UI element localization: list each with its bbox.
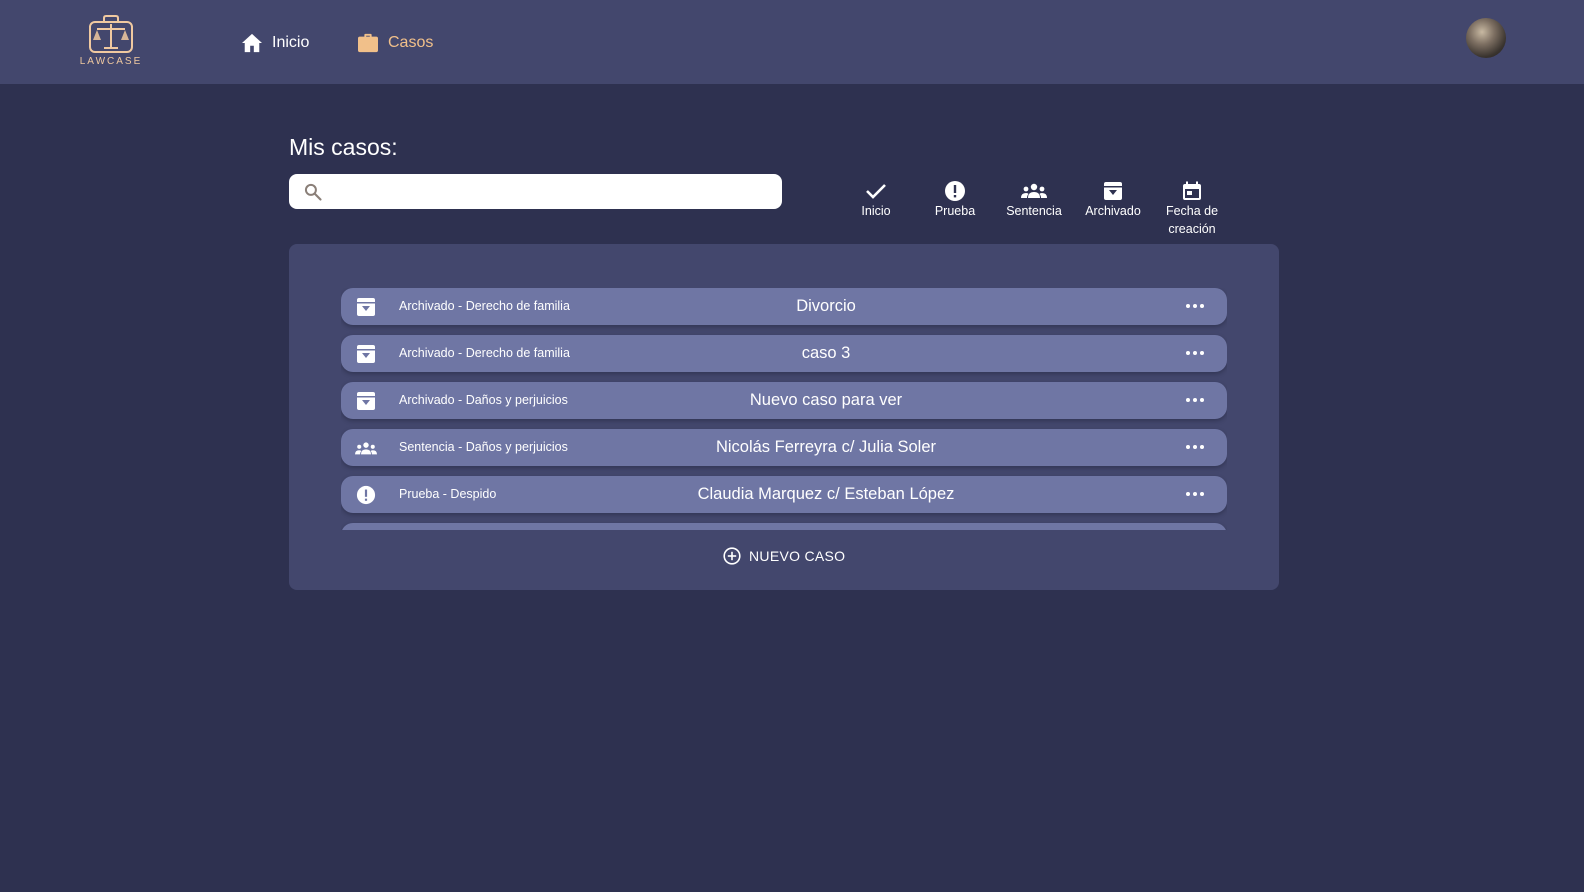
- filter-prueba[interactable]: Prueba: [915, 180, 995, 220]
- archive-icon: [355, 343, 377, 365]
- nav-casos-label: Casos: [388, 34, 434, 51]
- archive-icon: [355, 296, 377, 318]
- filter-sentencia[interactable]: Sentencia: [994, 180, 1074, 220]
- filter-fecha-label: Fecha de creación: [1152, 202, 1232, 238]
- archive-icon: [1073, 180, 1153, 202]
- case-row[interactable]: Archivado - Derecho de familia caso 3: [341, 335, 1227, 372]
- search-icon: [303, 182, 323, 207]
- case-status: Archivado - Derecho de familia: [399, 346, 570, 360]
- archive-icon: [355, 390, 377, 412]
- filter-fecha-label-line2: creación: [1168, 222, 1216, 236]
- filter-inicio-label: Inicio: [861, 204, 891, 218]
- case-status: Archivado - Daños y perjuicios: [399, 393, 568, 407]
- top-navbar: LAWCASE Inicio Casos: [0, 0, 1584, 84]
- more-options-icon[interactable]: [1175, 296, 1215, 316]
- alert-circle-icon: [915, 180, 995, 202]
- scales-briefcase-icon: [89, 15, 133, 53]
- add-circle-icon: [723, 547, 741, 565]
- case-row[interactable]: Archivado - Derecho de familia Divorcio: [341, 288, 1227, 325]
- case-row[interactable]: Sentencia - Daños y perjuicios Nicolás F…: [341, 429, 1227, 466]
- calendar-icon: [1152, 180, 1232, 202]
- nav-inicio[interactable]: Inicio: [240, 30, 309, 56]
- new-case-button[interactable]: NUEVO CASO: [723, 546, 845, 566]
- user-avatar[interactable]: [1466, 18, 1506, 58]
- group-icon: [994, 180, 1074, 202]
- filter-fecha-label-line1: Fecha de: [1165, 204, 1219, 218]
- check-icon: [836, 180, 916, 202]
- filter-sentencia-label: Sentencia: [1006, 204, 1062, 218]
- more-options-icon[interactable]: [1175, 484, 1215, 504]
- filter-prueba-label: Prueba: [934, 204, 976, 218]
- more-options-icon[interactable]: [1175, 437, 1215, 457]
- case-title: Divorcio: [796, 297, 856, 315]
- nav-casos[interactable]: Casos: [356, 30, 433, 56]
- logo-text: LAWCASE: [79, 56, 143, 67]
- case-status: Prueba - Despido: [399, 487, 497, 501]
- case-row[interactable]: Prueba - Despido Claudia Marquez c/ Este…: [341, 476, 1227, 513]
- case-status: Archivado - Derecho de familia: [399, 299, 570, 313]
- search-input[interactable]: [333, 180, 767, 204]
- more-options-icon[interactable]: [1175, 390, 1215, 410]
- case-row-partial[interactable]: [341, 523, 1227, 530]
- nav-inicio-label: Inicio: [272, 34, 310, 51]
- case-title: Nicolás Ferreyra c/ Julia Soler: [715, 438, 937, 456]
- case-title: Claudia Marquez c/ Esteban López: [697, 485, 955, 503]
- case-title: Nuevo caso para ver: [749, 391, 903, 409]
- more-options-icon[interactable]: [1175, 343, 1215, 363]
- filter-fecha-creacion[interactable]: Fecha de creación: [1152, 180, 1232, 238]
- filter-archivado[interactable]: Archivado: [1073, 180, 1153, 220]
- home-icon: [240, 31, 264, 55]
- alert-circle-icon: [355, 484, 377, 506]
- briefcase-icon: [356, 31, 380, 55]
- search-box[interactable]: [289, 174, 782, 209]
- case-row[interactable]: Archivado - Daños y perjuicios Nuevo cas…: [341, 382, 1227, 419]
- filter-archivado-label: Archivado: [1085, 204, 1141, 218]
- new-case-label: NUEVO CASO: [749, 548, 846, 564]
- lawcase-logo[interactable]: LAWCASE: [74, 14, 148, 76]
- cases-list[interactable]: Archivado - Derecho de familia Divorcio …: [341, 288, 1227, 530]
- cases-panel: Archivado - Derecho de familia Divorcio …: [289, 244, 1279, 590]
- case-title: caso 3: [801, 344, 851, 362]
- case-status: Sentencia - Daños y perjuicios: [399, 440, 568, 454]
- page-title: Mis casos:: [289, 134, 398, 160]
- group-icon: [355, 437, 377, 459]
- filter-inicio[interactable]: Inicio: [836, 180, 916, 220]
